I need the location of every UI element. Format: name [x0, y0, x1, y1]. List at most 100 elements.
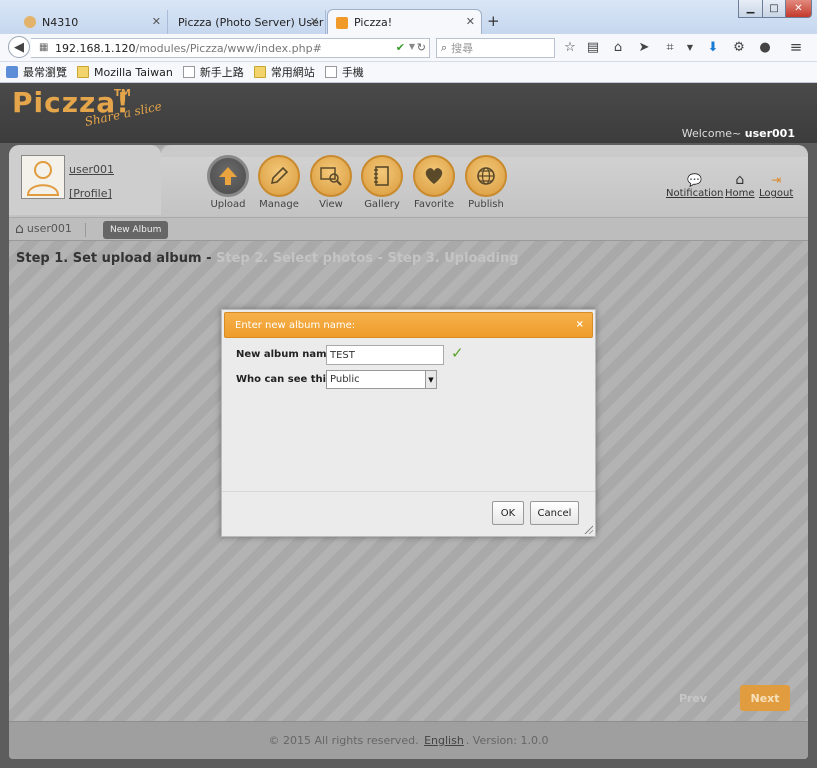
- gallery-button[interactable]: Gallery: [354, 155, 410, 210]
- url-host: 192.168.1.120: [55, 41, 136, 55]
- breadcrumb-divider: [85, 223, 86, 237]
- resize-grip-icon[interactable]: [583, 524, 593, 534]
- close-tab-icon[interactable]: ✕: [152, 15, 161, 28]
- footer: © 2015 All rights reserved. English. Ver…: [9, 721, 808, 759]
- verified-check-icon: ✔: [395, 41, 405, 54]
- reading-list-icon[interactable]: ▤: [585, 40, 601, 55]
- bookmark-item[interactable]: 手機: [324, 64, 364, 80]
- version-text: . Version: 1.0.0: [465, 734, 549, 747]
- close-tab-icon[interactable]: ✕: [310, 15, 319, 28]
- logout-link[interactable]: ⇥ Logout: [759, 173, 793, 199]
- image-search-icon: [310, 155, 352, 197]
- window-close-button[interactable]: ✕: [785, 0, 812, 18]
- hamburger-menu-icon[interactable]: ≡: [788, 38, 804, 56]
- bookmark-label: 手機: [341, 66, 364, 79]
- browser-titlebar: N4310 ✕ Piczza (Photo Server) User G... …: [0, 0, 817, 35]
- favorite-button[interactable]: Favorite: [406, 155, 462, 210]
- prev-button[interactable]: Prev: [669, 685, 717, 711]
- bookmark-item[interactable]: Mozilla Taiwan: [77, 66, 173, 79]
- bookmarks-bar: 最常瀏覽 Mozilla Taiwan 新手上路 常用網站 手機: [0, 62, 817, 83]
- search-placeholder: 搜尋: [451, 42, 474, 55]
- check-icon: ✓: [451, 344, 464, 362]
- pencil-icon: [258, 155, 300, 197]
- avatar[interactable]: [21, 155, 65, 199]
- search-input[interactable]: ⌕ 搜尋: [436, 38, 555, 58]
- bookmark-item[interactable]: 新手上路: [182, 64, 244, 80]
- logo-trademark: TM: [114, 88, 131, 99]
- folder-icon: [253, 66, 266, 78]
- house-icon: ⌂: [735, 172, 745, 188]
- globe-icon: [465, 155, 507, 197]
- chat-icon[interactable]: ●: [757, 40, 773, 55]
- username-link[interactable]: user001: [69, 163, 114, 176]
- new-tab-button[interactable]: +: [487, 12, 500, 30]
- page-icon: [182, 66, 195, 78]
- profile-link[interactable]: [Profile]: [69, 187, 112, 200]
- cancel-button[interactable]: Cancel: [530, 501, 579, 525]
- dropdown-icon[interactable]: ▼: [409, 42, 415, 51]
- view-button[interactable]: View: [303, 155, 359, 210]
- dialog-title: Enter new album name:: [235, 319, 356, 331]
- home-label: Home: [725, 188, 755, 199]
- breadcrumb-home[interactable]: ⌂ user001: [15, 222, 72, 236]
- welcome-username: user001: [744, 127, 795, 140]
- dialog-divider: [222, 491, 595, 492]
- close-icon[interactable]: ×: [576, 319, 584, 330]
- tab-title: Piczza (Photo Server) User G...: [178, 15, 325, 29]
- upload-label: Upload: [210, 199, 246, 210]
- home-link[interactable]: ⌂ Home: [725, 173, 755, 199]
- back-button[interactable]: ◀: [8, 36, 30, 58]
- visibility-value: Public: [330, 374, 360, 385]
- upload-icon: [207, 155, 249, 197]
- publish-button[interactable]: Publish: [458, 155, 514, 210]
- send-icon[interactable]: ➤: [636, 40, 652, 55]
- bookmark-item[interactable]: 最常瀏覽: [6, 64, 67, 80]
- view-label: View: [319, 199, 343, 210]
- step-2: Step 2. Select photos: [216, 251, 374, 266]
- new-album-dialog: Enter new album name: × New album name: …: [221, 309, 596, 537]
- tab-title: N4310: [42, 15, 79, 29]
- visibility-label: Who can see this:: [236, 374, 337, 385]
- crop-icon[interactable]: ⌗: [662, 40, 678, 55]
- bookmark-list-icon: [6, 66, 18, 78]
- maximize-button[interactable]: □: [762, 0, 786, 18]
- chevron-down-icon[interactable]: ▼: [425, 371, 436, 388]
- browser-navbar: ◀ ▦ 192.168.1.120/modules/Piczza/www/ind…: [0, 34, 817, 62]
- next-button[interactable]: Next: [740, 685, 790, 711]
- profile-tab: user001 [Profile]: [9, 145, 161, 215]
- user-avatar-icon: [26, 161, 60, 196]
- bookmark-label: 最常瀏覽: [23, 66, 67, 79]
- album-name-input[interactable]: TEST: [326, 345, 444, 365]
- browser-tab-1[interactable]: N4310 ✕: [16, 10, 168, 34]
- ok-button[interactable]: OK: [492, 501, 524, 525]
- home-icon[interactable]: ⌂: [610, 40, 626, 55]
- album-name-label: New album name:: [236, 349, 338, 360]
- welcome-text: Welcome~ user001: [682, 127, 795, 140]
- bookmark-item[interactable]: 常用網站: [253, 64, 315, 80]
- menu-dropdown-icon[interactable]: ▼: [682, 43, 698, 52]
- url-bar[interactable]: ▦ 192.168.1.120/modules/Piczza/www/index…: [31, 38, 430, 58]
- upload-button[interactable]: Upload: [200, 155, 256, 210]
- notification-link[interactable]: 💬 Notification: [666, 173, 723, 199]
- step-separator: -: [373, 251, 388, 266]
- browser-tab-2[interactable]: Piczza (Photo Server) User G... ✕: [170, 10, 326, 34]
- reload-icon[interactable]: ↻: [417, 41, 426, 54]
- manage-label: Manage: [259, 199, 299, 210]
- download-icon[interactable]: ⬇: [705, 40, 721, 55]
- close-tab-icon[interactable]: ✕: [466, 15, 475, 28]
- gear-icon[interactable]: ⚙: [731, 40, 747, 55]
- star-icon[interactable]: ☆: [562, 40, 578, 55]
- url-text: 192.168.1.120/modules/Piczza/www/index.p…: [55, 42, 322, 55]
- browser-tab-3-active[interactable]: Piczza! ✕: [327, 9, 482, 35]
- visibility-select[interactable]: Public ▼: [326, 370, 437, 389]
- minimize-button[interactable]: ▁: [738, 0, 763, 18]
- app-header: Piczza! TM Share a slice Welcome~ user00…: [0, 83, 817, 143]
- step-separator: -: [201, 251, 216, 266]
- folder-icon: [77, 66, 89, 78]
- language-link[interactable]: English: [424, 734, 464, 747]
- breadcrumb: ⌂ user001 New Album: [9, 217, 808, 241]
- publish-label: Publish: [468, 199, 504, 210]
- album-name-value: TEST: [330, 349, 355, 361]
- manage-button[interactable]: Manage: [251, 155, 307, 210]
- gallery-label: Gallery: [364, 199, 400, 210]
